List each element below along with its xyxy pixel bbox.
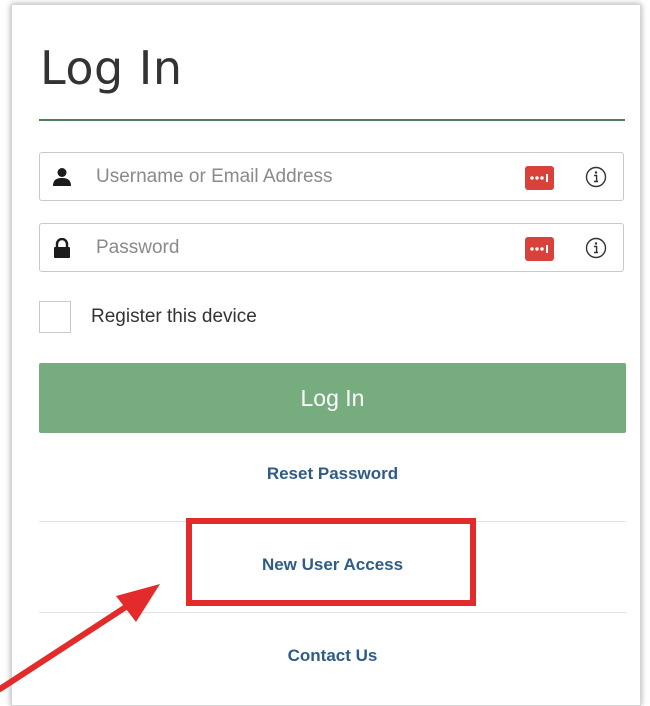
arrow-icon: [0, 584, 160, 692]
